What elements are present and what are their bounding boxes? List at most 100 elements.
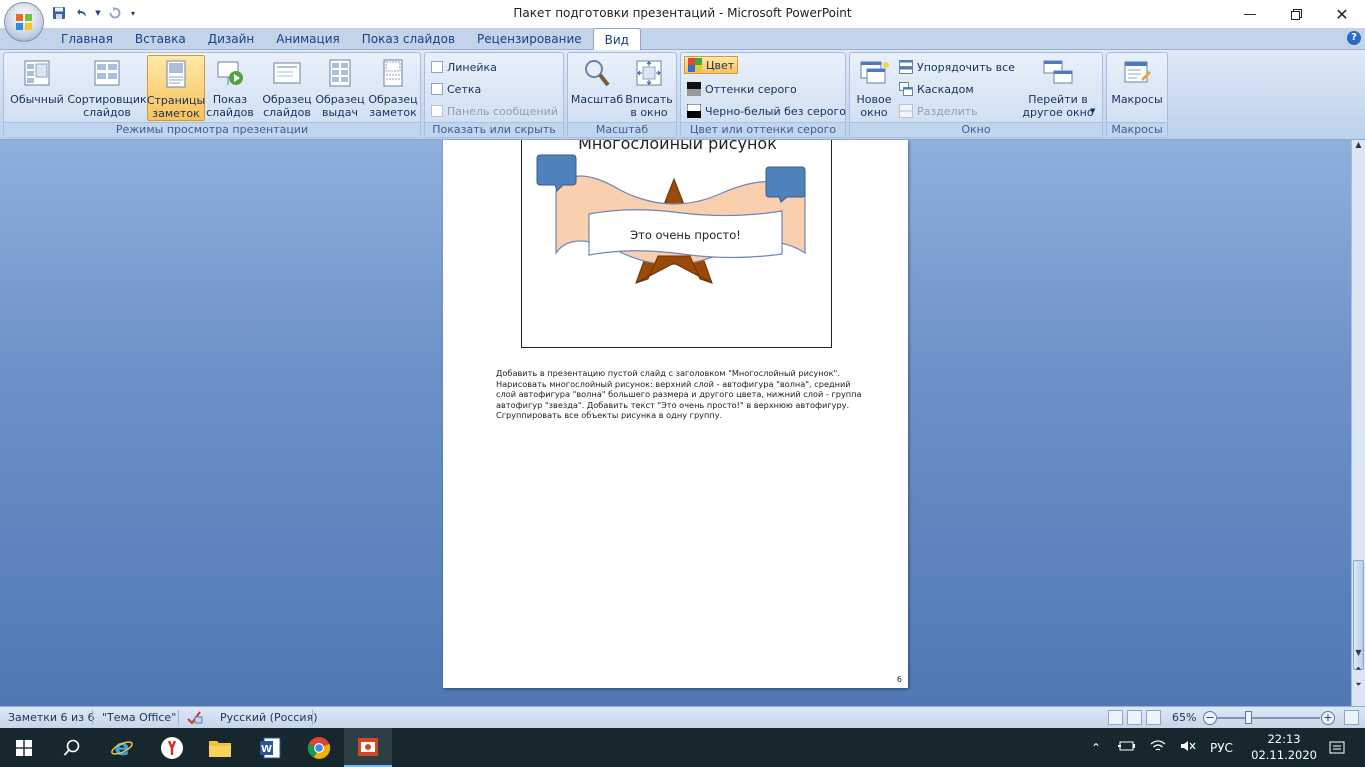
zoom-button[interactable]: Масштаб (571, 55, 623, 121)
language-indicator[interactable]: Русский (Россия) (220, 711, 318, 724)
powerpoint-button[interactable] (344, 728, 392, 767)
tray-chevron-icon[interactable]: ⌃ (1088, 741, 1104, 755)
tab-home[interactable]: Главная (50, 28, 124, 50)
grid-label: Сетка (447, 82, 482, 96)
wifi-icon[interactable] (1150, 739, 1166, 756)
file-explorer-button[interactable] (196, 728, 244, 767)
scroll-up-icon[interactable]: ▲ (1352, 140, 1365, 154)
tab-review[interactable]: Рецензирование (466, 28, 593, 50)
group-show-hide: Линейка Сетка Панель сообщений Показать … (424, 52, 564, 138)
spelling-icon[interactable] (186, 709, 204, 728)
theme-name[interactable]: "Тема Office" (102, 711, 176, 724)
slide-sorter-label: Сортировщик слайдов (67, 93, 147, 119)
color-button[interactable]: Цвет (684, 56, 739, 74)
previous-slide-icon[interactable]: ⏶ (1352, 664, 1365, 678)
zoom-percent[interactable]: 65% (1172, 711, 1196, 724)
layered-drawing[interactable] (522, 140, 833, 349)
arrange-all-button[interactable]: Упорядочить все (899, 58, 1015, 76)
office-button[interactable] (4, 2, 44, 42)
normal-view-icon (24, 60, 50, 86)
cascade-button[interactable]: Каскадом (899, 80, 974, 98)
folder-icon (209, 740, 231, 757)
switch-window-button[interactable]: Перейти в другое окно (1018, 55, 1098, 121)
clock[interactable]: 22:13 02.11.2020 (1251, 731, 1317, 763)
cascade-icon (899, 82, 913, 96)
yandex-browser-button[interactable] (148, 728, 196, 767)
grayscale-icon (687, 82, 701, 96)
group-color: Цвет Оттенки серого Черно-белый без серо… (680, 52, 846, 138)
taskbar: e W ⌃ РУС 22:13 02.11.2020 (0, 728, 1365, 767)
zoom-slider[interactable] (1216, 717, 1320, 719)
group-macros: Макросы Макросы (1106, 52, 1168, 138)
macros-button[interactable]: Макросы (1110, 55, 1164, 121)
grayscale-label: Оттенки серого (705, 82, 797, 96)
fit-slide-icon[interactable] (1344, 710, 1359, 725)
tab-animation[interactable]: Анимация (265, 28, 350, 50)
arrange-all-icon (899, 60, 913, 74)
handout-master-button[interactable]: Образец выдач (314, 55, 366, 121)
group-zoom: Масштаб Вписать в окно Масштаб (567, 52, 677, 138)
tab-slideshow[interactable]: Показ слайдов (351, 28, 466, 50)
zoom-in-icon[interactable]: + (1321, 711, 1335, 725)
notes-page-icon (166, 60, 186, 88)
normal-view-button[interactable]: Обычный (6, 55, 68, 121)
battery-icon[interactable] (1118, 740, 1136, 755)
close-button[interactable]: ✕ (1319, 0, 1365, 28)
slide-thumbnail[interactable]: Многослойный рисунок Это очень просто! (521, 140, 832, 348)
minimize-button[interactable]: — (1227, 0, 1273, 28)
slide-master-button[interactable]: Образец слайдов (260, 55, 314, 121)
start-button[interactable] (0, 728, 48, 767)
banner-text[interactable]: Это очень просто! (589, 228, 782, 242)
input-language[interactable]: РУС (1210, 741, 1233, 755)
ie-icon: e (111, 736, 133, 760)
notes-text[interactable]: Добавить в презентацию пустой слайд с за… (496, 368, 866, 421)
new-window-button[interactable]: Новое окно (852, 55, 896, 121)
zoom-out-icon[interactable]: − (1203, 711, 1217, 725)
fit-to-window-button[interactable]: Вписать в окно (624, 55, 674, 121)
magnifier-icon (585, 60, 610, 87)
macros-icon (1124, 61, 1151, 83)
fit-to-window-label: Вписать в окно (625, 93, 673, 119)
slide-sorter-button[interactable]: Сортировщик слайдов (67, 55, 147, 121)
next-slide-icon[interactable]: ⏷ (1352, 680, 1365, 694)
notifications-button[interactable] (1322, 728, 1352, 767)
vertical-scrollbar[interactable]: ▲ ▼ ⏶ ⏷ (1351, 140, 1365, 706)
status-sorter-view-icon[interactable] (1127, 710, 1142, 725)
slideshow-button[interactable]: Показ слайдов (206, 55, 254, 121)
black-white-label: Черно-белый без серого (705, 104, 847, 118)
ruler-checkbox[interactable]: Линейка (431, 58, 497, 76)
word-button[interactable]: W (246, 728, 294, 767)
notes-page[interactable]: Многослойный рисунок Это очень просто! Д… (443, 140, 908, 688)
tab-design[interactable]: Дизайн (197, 28, 266, 50)
windows-icon (16, 739, 32, 756)
handout-master-icon (329, 59, 351, 87)
tab-insert[interactable]: Вставка (124, 28, 197, 50)
black-white-button[interactable]: Черно-белый без серого (687, 102, 846, 120)
switch-window-dropdown-icon[interactable]: ▼ (1090, 107, 1095, 115)
slideshow-label: Показ слайдов (206, 93, 254, 119)
powerpoint-icon (358, 737, 378, 756)
notes-master-button[interactable]: Образец заметок (366, 55, 420, 121)
status-slideshow-icon[interactable] (1146, 710, 1161, 725)
group-label-macros: Макросы (1107, 122, 1167, 137)
search-button[interactable] (48, 728, 96, 767)
status-separator (178, 710, 179, 725)
color-label: Цвет (706, 58, 735, 72)
ruler-check-box[interactable] (431, 61, 443, 73)
help-icon[interactable]: ? (1347, 31, 1361, 45)
notes-page-button[interactable]: Страницы заметок (147, 55, 205, 121)
tab-view[interactable]: Вид (592, 28, 641, 50)
grid-check-box[interactable] (431, 83, 443, 95)
zoom-slider-thumb[interactable] (1244, 711, 1252, 724)
maximize-button[interactable] (1273, 0, 1319, 28)
grayscale-button[interactable]: Оттенки серого (687, 80, 797, 98)
scroll-down-icon[interactable]: ▼ (1352, 648, 1365, 662)
chrome-button[interactable] (295, 728, 343, 767)
chrome-icon (307, 736, 331, 759)
grid-checkbox[interactable]: Сетка (431, 80, 481, 98)
ruler-label: Линейка (447, 60, 497, 74)
status-normal-view-icon[interactable] (1108, 710, 1123, 725)
volume-muted-icon[interactable] (1180, 739, 1196, 756)
edge-browser-button[interactable]: e (98, 728, 146, 767)
notes-page-workspace[interactable]: Многослойный рисунок Это очень просто! Д… (0, 140, 1351, 706)
